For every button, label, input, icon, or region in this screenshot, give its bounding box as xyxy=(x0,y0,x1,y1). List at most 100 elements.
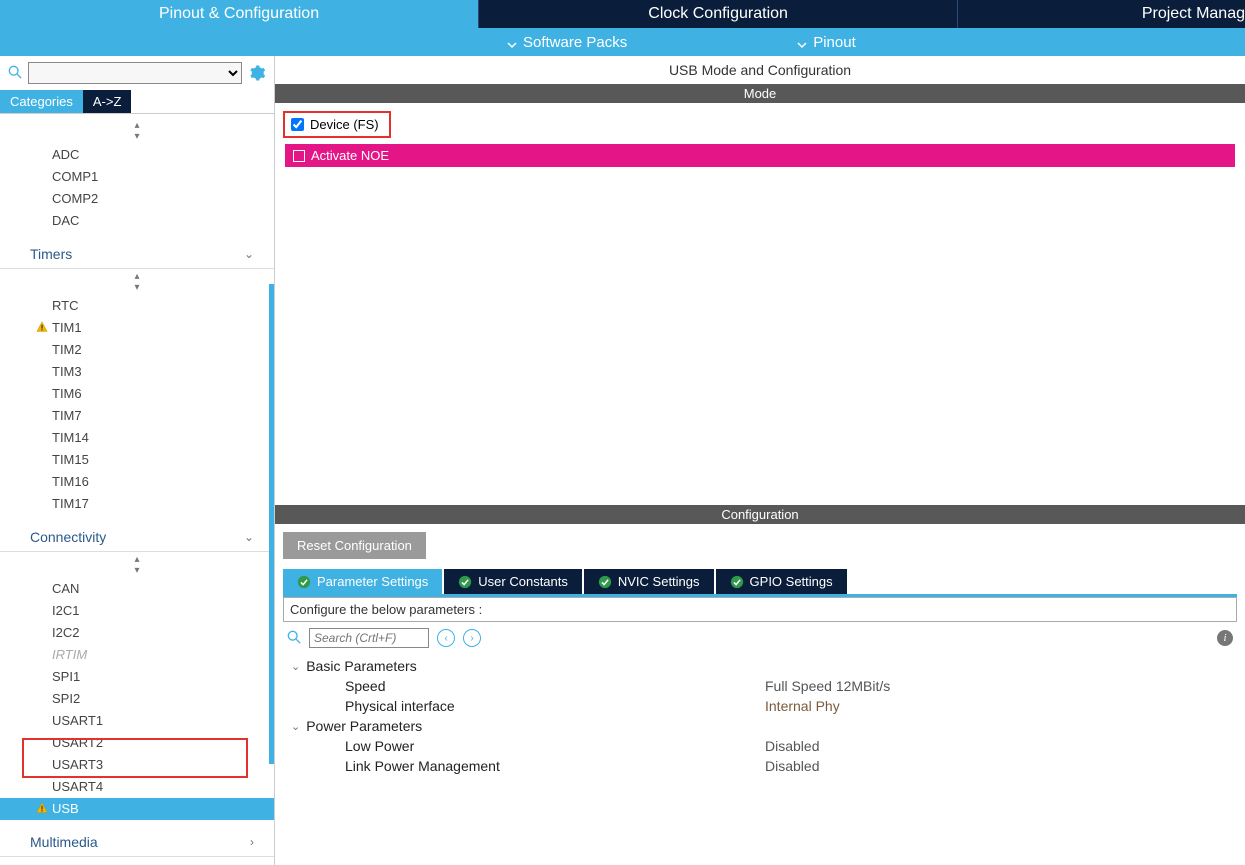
tab-categories[interactable]: Categories xyxy=(0,90,83,113)
tree-item[interactable]: USB xyxy=(0,798,274,820)
tree-item[interactable]: USART1 xyxy=(0,710,274,732)
top-tab-bar: Pinout & Configuration Clock Configurati… xyxy=(0,0,1245,28)
tree-item[interactable]: SPI1 xyxy=(0,666,274,688)
param-speed[interactable]: Speed Full Speed 12MBit/s xyxy=(291,676,1229,696)
activate-noe-row[interactable]: Activate NOE xyxy=(285,144,1235,167)
tab-nvic-label: NVIC Settings xyxy=(618,574,700,589)
param-linkpower-key: Link Power Management xyxy=(345,758,765,774)
tree-item[interactable]: TIM2 xyxy=(0,339,274,361)
group-power-label: Power Parameters xyxy=(306,718,422,734)
search-icon xyxy=(8,65,22,82)
tab-user-label: User Constants xyxy=(478,574,568,589)
group-multimedia[interactable]: Multimedia › xyxy=(0,828,274,857)
tree-item[interactable]: COMP1 xyxy=(0,166,274,188)
check-icon xyxy=(458,575,472,589)
info-icon[interactable]: i xyxy=(1217,630,1233,646)
tree-item[interactable]: DAC xyxy=(0,210,274,232)
pinout-menu[interactable]: Pinout xyxy=(777,34,876,51)
tree-item[interactable]: TIM6 xyxy=(0,383,274,405)
tree-item[interactable]: ADC xyxy=(0,144,274,166)
tab-clock-config[interactable]: Clock Configuration xyxy=(478,0,957,28)
activate-noe-checkbox[interactable] xyxy=(293,150,305,162)
gear-icon[interactable] xyxy=(248,64,266,82)
config-header: Configuration xyxy=(275,505,1245,524)
param-search-input[interactable] xyxy=(309,628,429,648)
config-tabs: Parameter Settings User Constants NVIC S… xyxy=(283,569,1237,597)
chevron-down-icon: ⌄ xyxy=(291,720,300,733)
group-power-params[interactable]: ⌄ Power Parameters xyxy=(291,716,1229,736)
panel-title: USB Mode and Configuration xyxy=(275,56,1245,84)
warning-icon xyxy=(36,320,48,332)
tree-item[interactable]: I2C2 xyxy=(0,622,274,644)
check-icon xyxy=(598,575,612,589)
tab-parameter-settings[interactable]: Parameter Settings xyxy=(283,569,442,594)
chevron-down-icon xyxy=(797,37,807,47)
config-search-row: ‹ › i xyxy=(283,622,1237,654)
group-timers-label: Timers xyxy=(30,246,72,262)
tab-project-manager[interactable]: Project Manag xyxy=(957,0,1245,28)
tab-gpio-label: GPIO Settings xyxy=(750,574,833,589)
group-basic-params[interactable]: ⌄ Basic Parameters xyxy=(291,656,1229,676)
search-next-button[interactable]: › xyxy=(463,629,481,647)
search-prev-button[interactable]: ‹ xyxy=(437,629,455,647)
tab-user-constants[interactable]: User Constants xyxy=(444,569,582,594)
chevron-down-icon: ⌄ xyxy=(291,660,300,673)
tree-item[interactable]: COMP2 xyxy=(0,188,274,210)
tree-item[interactable]: TIM16 xyxy=(0,471,274,493)
device-fs-checkbox[interactable] xyxy=(291,118,304,131)
tree-item[interactable]: USART4 xyxy=(0,776,274,798)
tree-item[interactable]: RTC xyxy=(0,295,274,317)
search-row xyxy=(0,56,274,90)
device-fs-row: Device (FS) xyxy=(283,111,391,138)
param-phy-key: Physical interface xyxy=(345,698,765,714)
collapse-handle-icon[interactable]: ▴▾ xyxy=(0,269,274,295)
tab-pinout-config[interactable]: Pinout & Configuration xyxy=(0,0,478,28)
tree-item[interactable]: TIM3 xyxy=(0,361,274,383)
mode-header: Mode xyxy=(275,84,1245,103)
warning-icon xyxy=(36,801,48,813)
check-icon xyxy=(730,575,744,589)
tree-item[interactable]: TIM17 xyxy=(0,493,274,515)
param-phy[interactable]: Physical interface Internal Phy xyxy=(291,696,1229,716)
tree-item[interactable]: CAN xyxy=(0,578,274,600)
mode-area: Device (FS) Activate NOE xyxy=(275,103,1245,505)
tab-alpha[interactable]: A->Z xyxy=(83,90,132,113)
group-timers[interactable]: Timers ⌄ xyxy=(0,240,274,269)
group-connectivity[interactable]: Connectivity ⌄ xyxy=(0,523,274,552)
config-area: Reset Configuration Parameter Settings U… xyxy=(275,524,1245,786)
tree-item[interactable]: IRTIM xyxy=(0,644,274,666)
tree-item[interactable]: SPI2 xyxy=(0,688,274,710)
group-connectivity-label: Connectivity xyxy=(30,529,106,545)
param-tree: ⌄ Basic Parameters Speed Full Speed 12MB… xyxy=(283,654,1237,778)
tree-item[interactable]: TIM14 xyxy=(0,427,274,449)
chevron-down-icon xyxy=(507,37,517,47)
param-lowpower-key: Low Power xyxy=(345,738,765,754)
chevron-right-icon: › xyxy=(250,835,254,849)
tab-gpio-settings[interactable]: GPIO Settings xyxy=(716,569,847,594)
tree-item[interactable]: TIM15 xyxy=(0,449,274,471)
param-linkpower[interactable]: Link Power Management Disabled xyxy=(291,756,1229,776)
tree-item[interactable]: I2C1 xyxy=(0,600,274,622)
tree-item[interactable]: TIM7 xyxy=(0,405,274,427)
peripheral-tree[interactable]: ▴▾ ADCCOMP1COMP2DAC Timers ⌄ ▴▾ RTCTIM1T… xyxy=(0,114,274,865)
group-multimedia-label: Multimedia xyxy=(30,834,98,850)
group-basic-label: Basic Parameters xyxy=(306,658,416,674)
tab-nvic-settings[interactable]: NVIC Settings xyxy=(584,569,714,594)
category-tabs: Categories A->Z xyxy=(0,90,274,114)
chevron-down-icon: ⌄ xyxy=(244,247,254,261)
activate-noe-label: Activate NOE xyxy=(311,148,389,163)
highlight-box xyxy=(22,738,248,778)
param-phy-val: Internal Phy xyxy=(765,698,840,714)
collapse-handle-icon[interactable]: ▴▾ xyxy=(0,552,274,578)
collapse-handle-icon[interactable]: ▴▾ xyxy=(0,118,274,144)
param-lowpower[interactable]: Low Power Disabled xyxy=(291,736,1229,756)
left-sidebar: Categories A->Z ▴▾ ADCCOMP1COMP2DAC Time… xyxy=(0,56,275,865)
tree-item[interactable]: TIM1 xyxy=(0,317,274,339)
search-combo[interactable] xyxy=(28,62,242,84)
reset-config-button[interactable]: Reset Configuration xyxy=(283,532,426,559)
right-panel: USB Mode and Configuration Mode Device (… xyxy=(275,56,1245,865)
software-packs-menu[interactable]: Software Packs xyxy=(487,34,647,51)
chevron-down-icon: ⌄ xyxy=(244,530,254,544)
device-fs-label: Device (FS) xyxy=(310,117,379,132)
pinout-menu-label: Pinout xyxy=(813,34,856,51)
